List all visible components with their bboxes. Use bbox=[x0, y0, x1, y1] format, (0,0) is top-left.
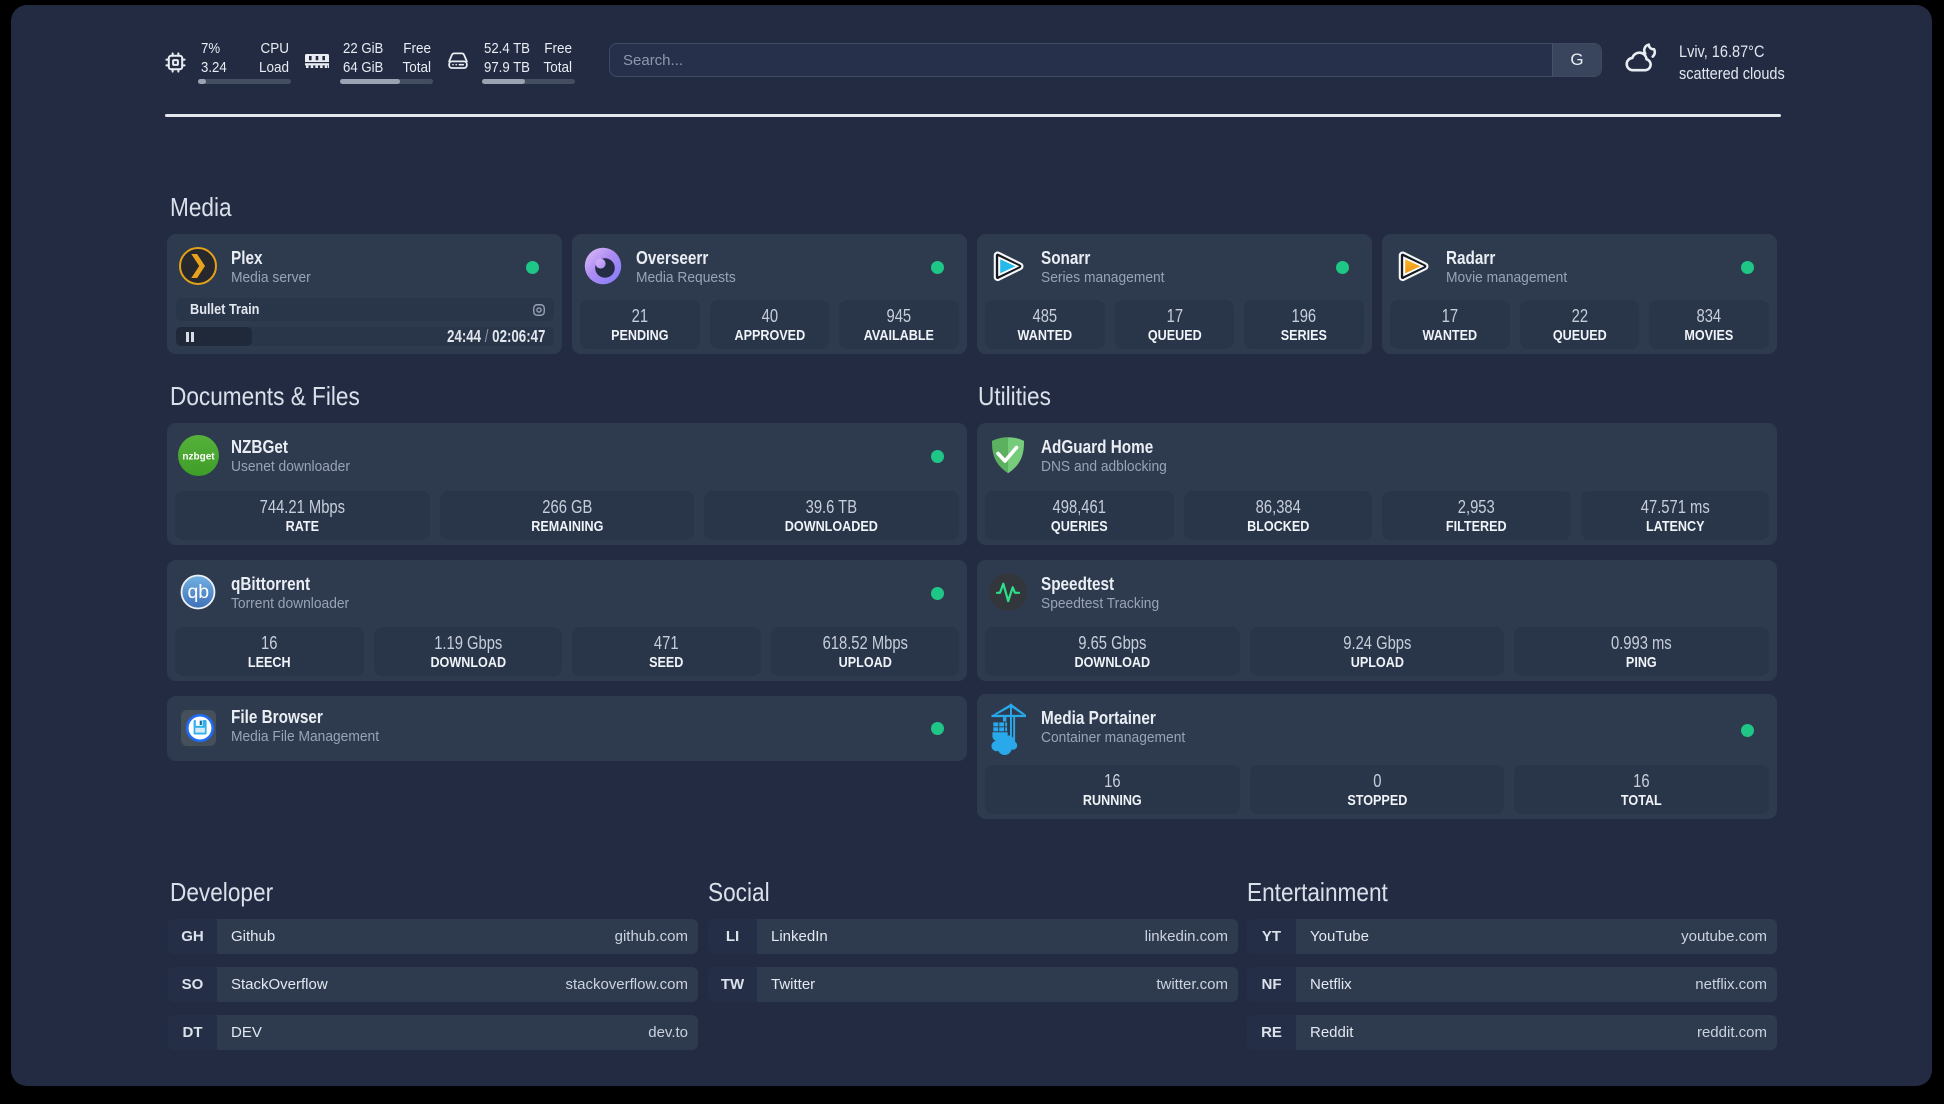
svg-text:qb: qb bbox=[187, 581, 209, 603]
svg-text:nzbget: nzbget bbox=[182, 452, 215, 463]
